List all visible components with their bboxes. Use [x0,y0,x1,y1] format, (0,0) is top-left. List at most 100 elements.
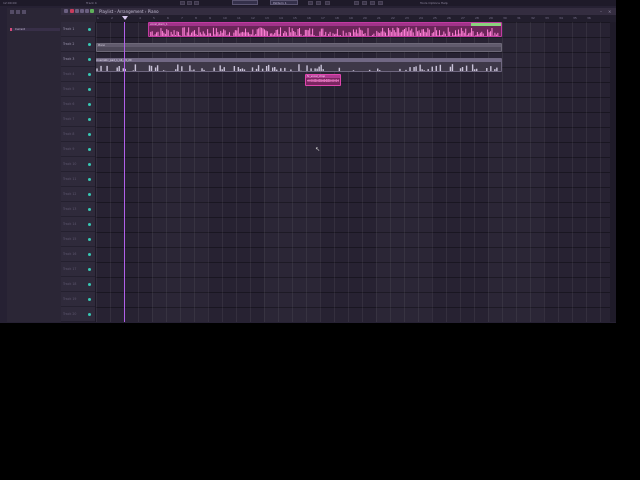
bar-number: 18 [335,16,339,20]
track-header[interactable]: Track 15 [61,232,95,247]
snap-icon[interactable] [64,9,68,13]
browser-tool-icon-1[interactable] [10,10,14,14]
song-label: 12:00:00 [3,1,17,5]
bar-number: 30 [503,16,507,20]
track-led-icon[interactable] [88,103,91,106]
track-header[interactable]: Track 16 [61,247,95,262]
paint-tool-icon[interactable] [80,9,84,13]
pattern-clip-piano[interactable]: Piano [96,43,502,52]
track-header[interactable]: Track 14 [61,217,95,232]
bar-number: 32 [531,16,535,20]
timeline-ruler[interactable]: 1 2 3 4 5 6 7 8 9 10 11 12 13 14 15 16 17 18 19 20 21 22 23 24 2… [96,15,616,22]
track-led-icon[interactable] [88,58,91,61]
bar-number: 17 [321,16,325,20]
pattern-display[interactable]: Pattern 1 [270,0,298,5]
browser-tool-icon-2[interactable] [16,10,20,14]
track-header[interactable]: Track 13 [61,202,95,217]
close-button[interactable]: × [608,9,611,14]
track-header[interactable]: Track 4 [61,67,95,82]
play-button[interactable] [180,1,185,5]
track-led-icon[interactable] [88,88,91,91]
stop-button[interactable] [187,1,192,5]
channel-rack-icon[interactable] [362,1,367,5]
bar-number: 16 [307,16,311,20]
playhead-marker[interactable] [122,16,128,20]
track-led-icon[interactable] [88,283,91,286]
record-tool-icon[interactable] [70,9,74,13]
track-header[interactable]: Track 8 [61,127,95,142]
bar-number: 13 [265,16,269,20]
track-header[interactable]: Track 7 [61,112,95,127]
track-header[interactable]: Track 5 [61,82,95,97]
track-name: Track 5 [63,87,75,91]
piano-roll-icon[interactable] [370,1,375,5]
track-header[interactable]: Track 9 [61,142,95,157]
track-header[interactable]: Track 20 [61,307,95,322]
track-led-icon[interactable] [88,118,91,121]
track-name: Track 7 [63,117,75,121]
track-header[interactable]: Track 12 [61,187,95,202]
mixer-icon[interactable] [354,1,359,5]
tool-icon-1[interactable] [308,1,313,5]
bar-number: 5 [153,16,155,20]
select-tool-icon[interactable] [90,9,94,13]
track-header[interactable]: Track 2 [61,37,95,52]
track-header[interactable]: Track 11 [61,172,95,187]
track-name: Track 13 [63,207,77,211]
track-led-icon[interactable] [88,208,91,211]
track-name: Track 1 [63,27,75,31]
bar-number: 27 [461,16,465,20]
track-header[interactable]: Track 1 [61,22,95,37]
track-led-icon[interactable] [88,28,91,31]
track-led-icon[interactable] [88,238,91,241]
delete-tool-icon[interactable] [85,9,89,13]
track-led-icon[interactable] [88,313,91,316]
track-led-icon[interactable] [88,178,91,181]
bar-number: 4 [139,16,141,20]
track-led-icon[interactable] [88,163,91,166]
track-led-icon[interactable] [88,43,91,46]
track-name: Track 3 [63,57,75,61]
track-name: Track 9 [63,147,75,151]
playlist-header: Playlist - Arrangement › Piano – × [61,8,616,15]
track-header[interactable]: Track 3 [61,52,95,67]
record-button[interactable] [194,1,199,5]
audio-clip-pad[interactable]: cinematic_pad_1_14_45_20 [96,58,502,72]
tool-icon-2[interactable] [316,1,321,5]
arrangement-grid[interactable]: vocal_stem_1 Piano cinematic_pad_1_14_45… [96,22,616,322]
vertical-scrollbar[interactable] [610,22,616,322]
track-header[interactable]: Track 10 [61,157,95,172]
track-name: Track 4 [63,72,75,76]
tempo-display[interactable] [232,0,258,5]
bar-number: 7 [181,16,183,20]
track-header[interactable]: Track 17 [61,262,95,277]
audio-clip-vocal[interactable]: vocal_stem_1 [148,22,502,37]
browser-tool-icon-3[interactable] [22,10,26,14]
track-led-icon[interactable] [88,148,91,151]
track-led-icon[interactable] [88,223,91,226]
browser-icon[interactable] [378,1,383,5]
track-name: Track 15 [63,237,77,241]
track-led-icon[interactable] [88,133,91,136]
tool-icon-3[interactable] [325,1,330,5]
audio-clip-fx[interactable]: fx_vocal_chop [305,74,341,86]
track-led-icon[interactable] [88,193,91,196]
minimize-button[interactable]: – [600,9,602,14]
track-led-icon[interactable] [88,268,91,271]
track-led-icon[interactable] [88,253,91,256]
track-header[interactable]: Track 18 [61,277,95,292]
bar-number: 10 [223,16,227,20]
draw-tool-icon[interactable] [75,9,79,13]
track-name: Track 14 [63,222,77,226]
bar-number: 8 [195,16,197,20]
bar-number: 29 [489,16,493,20]
track-led-icon[interactable] [88,298,91,301]
bar-number: 19 [349,16,353,20]
track-header[interactable]: Track 19 [61,292,95,307]
track-name: Track 10 [63,162,77,166]
bar-number: 31 [517,16,521,20]
track-led-icon[interactable] [88,73,91,76]
browser-item-current[interactable]: Current [10,28,60,31]
clip-highlight [471,23,501,26]
track-header[interactable]: Track 6 [61,97,95,112]
